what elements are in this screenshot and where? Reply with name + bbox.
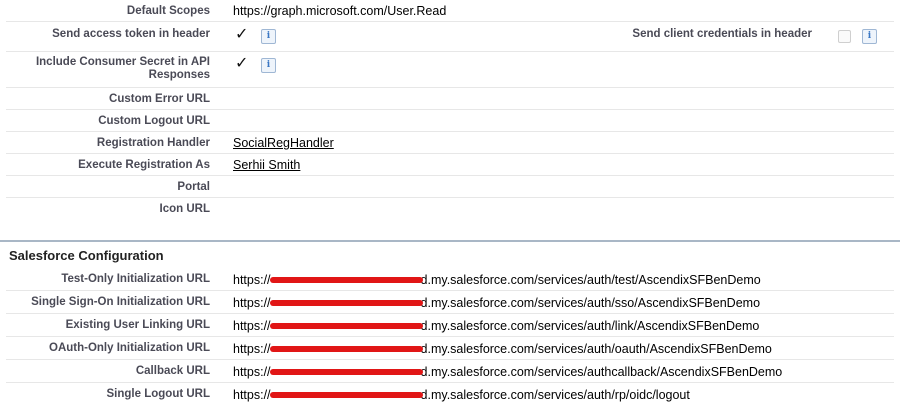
- url-suffix: d.my.salesforce.com/services/auth/link/A…: [420, 319, 760, 333]
- row-single-logout-url: Single Logout URL https:// d.my.salesforc…: [0, 383, 900, 406]
- url-prefix: https://: [233, 273, 271, 287]
- field-label: Send access token in header: [52, 28, 210, 40]
- url-prefix: https://: [233, 365, 271, 379]
- row-icon-url: Icon URL: [0, 198, 900, 220]
- field-label: Custom Error URL: [109, 93, 210, 105]
- url-value: https:// d.my.salesforce.com/services/aut…: [233, 296, 760, 310]
- url-prefix: https://: [233, 319, 271, 333]
- field-label: Execute Registration As: [78, 159, 210, 171]
- info-icon[interactable]: i: [862, 29, 877, 44]
- field-label: Default Scopes: [126, 5, 210, 17]
- field-label: Send client credentials in header: [632, 28, 812, 40]
- redaction-mark: [269, 276, 423, 283]
- redaction-mark: [269, 368, 423, 375]
- url-value: https:// d.my.salesforce.com/services/aut…: [233, 365, 782, 379]
- field-label: Custom Logout URL: [98, 115, 210, 127]
- url-suffix: d.my.salesforce.com/services/auth/sso/As…: [420, 296, 761, 310]
- row-default-scopes: Default Scopes https://graph.microsoft.c…: [0, 0, 900, 22]
- row-existing-user-linking-url: Existing User Linking URL https:// d.my.s…: [0, 314, 900, 337]
- url-prefix: https://: [233, 342, 271, 356]
- redaction-mark: [269, 345, 423, 352]
- url-suffix: d.my.salesforce.com/services/auth/test/A…: [420, 273, 761, 287]
- field-label: Callback URL: [135, 365, 210, 377]
- url-value: https:// d.my.salesforce.com/services/aut…: [233, 273, 761, 287]
- info-icon[interactable]: i: [261, 29, 276, 44]
- checkmark-icon: ✓: [235, 55, 249, 72]
- row-sso-init-url: Single Sign-On Initialization URL https:…: [0, 291, 900, 314]
- redaction-mark: [269, 391, 423, 398]
- info-icon[interactable]: i: [261, 58, 276, 73]
- url-value: https:// d.my.salesforce.com/services/aut…: [233, 388, 690, 402]
- field-label: Existing User Linking URL: [65, 319, 210, 331]
- url-suffix: d.my.salesforce.com/services/authcallbac…: [420, 365, 783, 379]
- field-label: Include Consumer Secret in API Responses: [35, 56, 210, 81]
- redaction-mark: [269, 322, 423, 329]
- field-value: https://graph.microsoft.com/User.Read: [233, 4, 447, 18]
- row-execute-registration-as: Execute Registration As Serhii Smith: [0, 154, 900, 176]
- field-label: OAuth-Only Initialization URL: [49, 342, 210, 354]
- auth-provider-detail: Default Scopes https://graph.microsoft.c…: [0, 0, 900, 415]
- row-callback-url: Callback URL https:// d.my.salesforce.com…: [0, 360, 900, 383]
- checkmark-icon: ✓: [235, 26, 249, 43]
- row-include-consumer-secret: Include Consumer Secret in API Responses…: [0, 52, 900, 88]
- salesforce-configuration-section-header: Salesforce Configuration: [0, 240, 900, 266]
- url-value: https:// d.my.salesforce.com/services/aut…: [233, 319, 759, 333]
- salesforce-configuration-block: Test-Only Initialization URL https:// d.m…: [0, 268, 900, 406]
- url-prefix: https://: [233, 388, 271, 402]
- field-label: Registration Handler: [96, 137, 210, 149]
- row-custom-error-url: Custom Error URL: [0, 88, 900, 110]
- row-oauth-only-init-url: OAuth-Only Initialization URL https:// d.…: [0, 337, 900, 360]
- field-label: Test-Only Initialization URL: [61, 273, 210, 285]
- field-label: Single Logout URL: [106, 388, 210, 400]
- registration-handler-link[interactable]: SocialRegHandler: [233, 136, 334, 150]
- url-prefix: https://: [233, 296, 271, 310]
- field-label: Icon URL: [159, 203, 210, 215]
- row-test-only-init-url: Test-Only Initialization URL https:// d.m…: [0, 268, 900, 291]
- field-label: Portal: [177, 181, 210, 193]
- url-value: https:// d.my.salesforce.com/services/aut…: [233, 342, 772, 356]
- url-suffix: d.my.salesforce.com/services/auth/oauth/…: [420, 342, 772, 356]
- url-suffix: d.my.salesforce.com/services/auth/rp/oid…: [420, 388, 690, 402]
- auth-provider-details-block: Default Scopes https://graph.microsoft.c…: [0, 0, 900, 228]
- row-custom-logout-url: Custom Logout URL: [0, 110, 900, 132]
- execute-registration-as-link[interactable]: Serhii Smith: [233, 158, 300, 172]
- redaction-mark: [269, 299, 423, 306]
- field-label: Single Sign-On Initialization URL: [31, 296, 210, 308]
- section-title: Salesforce Configuration: [9, 248, 164, 263]
- row-registration-handler: Registration Handler SocialRegHandler: [0, 132, 900, 154]
- row-portal: Portal: [0, 176, 900, 198]
- send-client-credentials-checkbox: [838, 30, 851, 43]
- row-send-access-token: Send access token in header ✓ i Send cli…: [0, 22, 900, 52]
